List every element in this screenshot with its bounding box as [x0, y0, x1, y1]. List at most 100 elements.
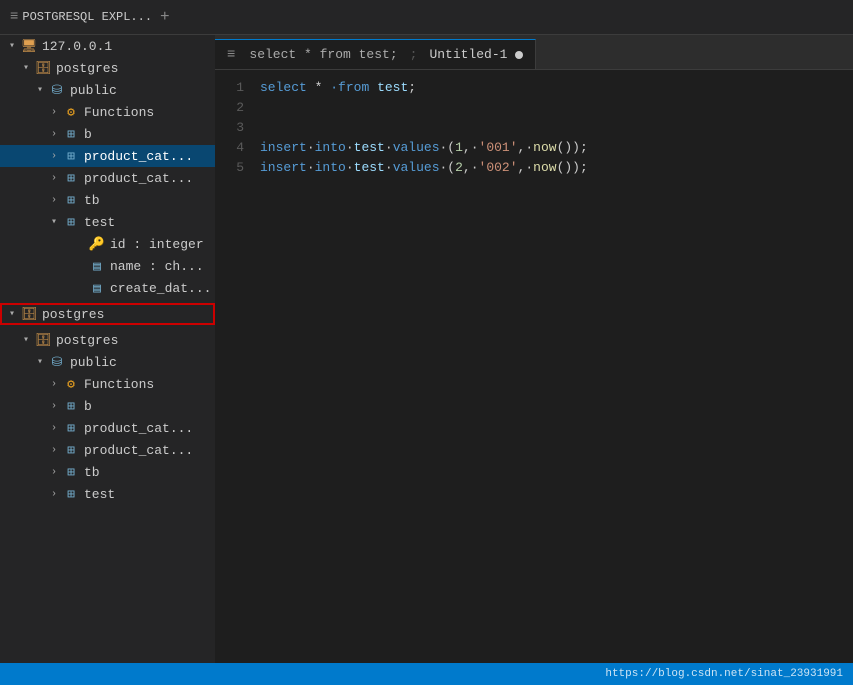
sidebar-item-b[interactable]: ⊞ b — [0, 123, 215, 145]
sidebar-item-ip[interactable]: 🖥 127.0.0.1 — [0, 35, 215, 57]
sidebar-item-tb[interactable]: ⊞ tb — [0, 189, 215, 211]
tab-query-label: select * from test; — [249, 47, 397, 62]
product2-icon: ⊞ — [62, 171, 80, 186]
code-line-5: 5 insert·into·test·values·(2,·'002',·now… — [215, 158, 853, 178]
sidebar-item-postgres-db[interactable]: 🗄 postgres — [0, 57, 215, 79]
postgres-db-label: postgres — [56, 61, 118, 76]
product1-label: product_cat... — [84, 149, 193, 164]
code-line-1: 1 select * ·from test; — [215, 78, 853, 98]
tab-modified-dot — [515, 51, 523, 59]
sidebar-item-postgres-root2[interactable]: 🗄 postgres — [0, 303, 215, 325]
sidebar-item-product-cat2[interactable]: ⊞ product_cat... — [0, 167, 215, 189]
editor-content[interactable]: 1 select * ·from test; 2 3 4 insert·into… — [215, 70, 853, 663]
tab-filename-label: Untitled-1 — [429, 47, 507, 62]
functions-icon: ⚙ — [62, 105, 80, 120]
chevron-public2 — [32, 356, 48, 368]
sidebar-item-product-cat1[interactable]: ⊞ product_cat... — [0, 145, 215, 167]
col-icon-name: ▤ — [88, 259, 106, 274]
sidebar-item-functions2[interactable]: ⚙ Functions — [0, 373, 215, 395]
b2-icon: ⊞ — [62, 399, 80, 414]
sidebar-item-product3[interactable]: ⊞ product_cat... — [0, 417, 215, 439]
chevron-tb2 — [46, 467, 62, 478]
chevron-product1 — [46, 151, 62, 162]
product3-icon: ⊞ — [62, 421, 80, 436]
sidebar-item-functions[interactable]: ⚙ Functions — [0, 101, 215, 123]
b-table-icon: ⊞ — [62, 127, 80, 142]
id-label: id : integer — [110, 237, 204, 252]
chevron-product4 — [46, 445, 62, 456]
main-layout: 🖥 127.0.0.1 🗄 postgres ⛁ public ⚙ Functi… — [0, 35, 853, 663]
sidebar-item-test[interactable]: ⊞ test — [0, 211, 215, 233]
postgres-db-icon: 🗄 — [34, 61, 52, 76]
col-icon-create: ▤ — [88, 281, 106, 296]
sidebar-item-test2[interactable]: ⊞ test — [0, 483, 215, 505]
postgresdb2-label: postgres — [56, 333, 118, 348]
test-label: test — [84, 215, 115, 230]
name-label: name : ch... — [110, 259, 204, 274]
product3-label: product_cat... — [84, 421, 193, 436]
postgresdb2-icon: 🗄 — [34, 333, 52, 348]
chevron-tb — [46, 195, 62, 206]
schema2-icon: ⛁ — [48, 355, 66, 370]
code-line-4: 4 insert·into·test·values·(1,·'001',·now… — [215, 138, 853, 158]
public-label: public — [70, 83, 117, 98]
product4-icon: ⊞ — [62, 443, 80, 458]
functions-label: Functions — [84, 105, 154, 120]
postgres2-label: postgres — [42, 307, 104, 322]
functions2-icon: ⚙ — [62, 377, 80, 392]
schema-icon: ⛁ — [48, 83, 66, 98]
sidebar: 🖥 127.0.0.1 🗄 postgres ⛁ public ⚙ Functi… — [0, 35, 215, 663]
sidebar-item-test-name: ▤ name : ch... — [0, 255, 215, 277]
public2-label: public — [70, 355, 117, 370]
sidebar-item-b2[interactable]: ⊞ b — [0, 395, 215, 417]
test-icon: ⊞ — [62, 215, 80, 230]
line-content-4: insert·into·test·values·(1,·'001',·now()… — [260, 138, 853, 158]
editor-tabs: ≡ select * from test; ; Untitled-1 — [215, 35, 853, 70]
sidebar-item-public-schema[interactable]: ⛁ public — [0, 79, 215, 101]
db-icon: 🖥 — [20, 39, 38, 54]
sidebar-item-tb2[interactable]: ⊞ tb — [0, 461, 215, 483]
chevron-postgres2 — [4, 308, 20, 320]
sidebar-item-postgres-db2[interactable]: 🗄 postgres — [0, 329, 215, 351]
chevron-b2 — [46, 401, 62, 412]
code-line-2: 2 — [215, 98, 853, 118]
line-num-1: 1 — [215, 78, 260, 98]
sidebar-item-product4[interactable]: ⊞ product_cat... — [0, 439, 215, 461]
title-bar: ≡ POSTGRESQL EXPL... + — [0, 0, 853, 35]
create-label: create_dat... — [110, 281, 211, 296]
line-content-3 — [260, 118, 853, 138]
b-label: b — [84, 127, 92, 142]
tb2-label: tb — [84, 465, 100, 480]
postgres2-db-icon: 🗄 — [20, 307, 38, 322]
tab-separator: ; — [410, 47, 418, 62]
chevron-test — [46, 216, 62, 228]
chevron-public — [32, 84, 48, 96]
key-icon: 🔑 — [88, 237, 106, 252]
footer-bar: https://blog.csdn.net/sinat_23931991 — [0, 663, 853, 685]
tb2-icon: ⊞ — [62, 465, 80, 480]
product4-label: product_cat... — [84, 443, 193, 458]
title-bar-text: POSTGRESQL EXPL... — [22, 10, 152, 24]
add-icon[interactable]: + — [160, 8, 170, 26]
chevron-functions — [46, 107, 62, 118]
tb-label: tb — [84, 193, 100, 208]
tb-icon: ⊞ — [62, 193, 80, 208]
line-num-4: 4 — [215, 138, 260, 158]
code-line-3: 3 — [215, 118, 853, 138]
chevron-ip — [4, 40, 20, 52]
line-content-2 — [260, 98, 853, 118]
sidebar-item-public2[interactable]: ⛁ public — [0, 351, 215, 373]
editor-tab-main[interactable]: ≡ select * from test; ; Untitled-1 — [215, 39, 536, 69]
tab-menu-icon: ≡ — [227, 47, 235, 63]
chevron-postgresdb2 — [18, 334, 34, 346]
line-content-1: select * ·from test; — [260, 78, 853, 98]
sidebar-item-test-create: ▤ create_dat... — [0, 277, 215, 299]
chevron-b — [46, 129, 62, 140]
product2-label: product_cat... — [84, 171, 193, 186]
line-content-5: insert·into·test·values·(2,·'002',·now()… — [260, 158, 853, 178]
footer-url: https://blog.csdn.net/sinat_23931991 — [605, 668, 843, 680]
chevron-postgres — [18, 62, 34, 74]
b2-label: b — [84, 399, 92, 414]
functions2-label: Functions — [84, 377, 154, 392]
sidebar-item-test-id: 🔑 id : integer — [0, 233, 215, 255]
